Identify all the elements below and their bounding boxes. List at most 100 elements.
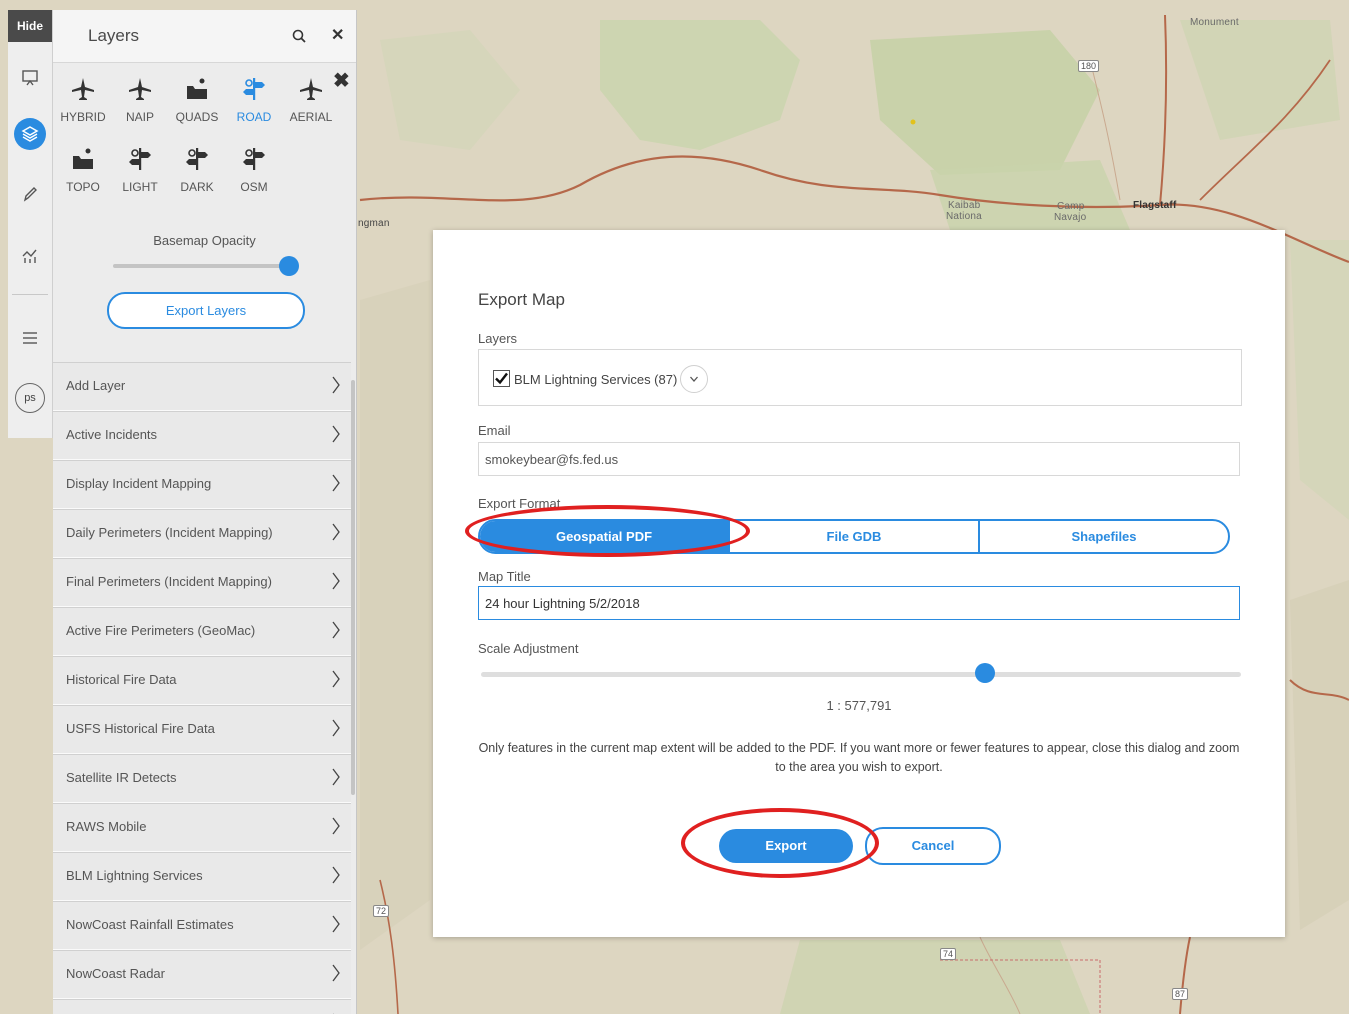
basemap-aerial-button[interactable]: AERIAL <box>283 76 339 124</box>
layer-list-item-label: NowCoast Radar <box>66 966 165 981</box>
layer-list-item-label: USFS Historical Fire Data <box>66 721 215 736</box>
rail-analysis-button[interactable] <box>8 236 52 276</box>
scale-adjustment-label: Scale Adjustment <box>478 641 579 656</box>
road-sign-icon <box>112 146 168 172</box>
chevron-right-icon <box>331 571 341 594</box>
map-label-monument: Monument <box>1190 17 1239 28</box>
layer-list-item-label: Add Layer <box>66 378 126 393</box>
map-label-camp-2: Navajo <box>1054 212 1087 223</box>
pencil-icon <box>23 187 37 202</box>
email-field[interactable] <box>478 442 1240 476</box>
chevron-right-icon <box>331 718 341 741</box>
layer-list-item[interactable]: NowCoast Rainfall Estimates <box>53 901 351 950</box>
format-shapefiles-button[interactable]: Shapefiles <box>980 521 1228 552</box>
monitor-icon <box>22 70 38 86</box>
layer-list-item-label: Historical Fire Data <box>66 672 177 687</box>
layer-list-item[interactable]: Final Perimeters (Incident Mapping) <box>53 558 351 607</box>
layer-list-item-label: Display Incident Mapping <box>66 476 212 491</box>
panel-scrollbar[interactable] <box>351 380 355 795</box>
basemap-label: QUADS <box>175 110 219 124</box>
list-icon <box>23 332 37 344</box>
basemap-label: AERIAL <box>289 110 333 124</box>
rail-list-button[interactable] <box>8 318 52 358</box>
tool-rail: Hide ps <box>8 10 53 438</box>
basemap-topo-button[interactable]: TOPO <box>55 146 111 194</box>
chevron-right-icon <box>331 767 341 790</box>
layer-checkbox[interactable] <box>493 370 510 387</box>
layers-panel: Layers ✕ ✖ HYBRID NAIP QUADS ROAD AERIAL TOPO… <box>53 10 357 1014</box>
layer-list-item[interactable]: RAWS Mobile <box>53 803 351 852</box>
basemap-road-button[interactable]: ROAD <box>226 76 282 124</box>
rail-draw-button[interactable] <box>8 174 52 214</box>
rail-layers-button[interactable] <box>8 114 52 154</box>
map-title-field[interactable] <box>478 586 1240 620</box>
chart-tools-icon <box>22 249 37 263</box>
basemap-naip-button[interactable]: NAIP <box>112 76 168 124</box>
road-sign-icon <box>226 146 282 172</box>
rail-ps-button[interactable]: ps <box>8 378 52 418</box>
chevron-right-icon <box>331 424 341 447</box>
checkmark-icon <box>495 372 508 385</box>
dialog-title: Export Map <box>478 290 565 309</box>
layer-list-item[interactable]: BLM Lightning Services <box>53 852 351 901</box>
layer-dropdown-button[interactable] <box>680 365 708 393</box>
layer-list-item[interactable]: Daily Perimeters (Incident Mapping) <box>53 509 351 558</box>
basemap-dark-button[interactable]: DARK <box>169 146 225 194</box>
close-icon[interactable]: ✕ <box>331 25 344 45</box>
email-field-label: Email <box>478 423 511 438</box>
export-map-dialog: Export Map Layers BLM Lightning Services… <box>433 230 1285 937</box>
chevron-down-icon <box>690 376 698 382</box>
map-label-camp: Camp <box>1057 201 1085 212</box>
basemap-label: LIGHT <box>122 180 158 194</box>
basemap-label: ROAD <box>236 110 272 124</box>
scale-value: 1 : 577,791 <box>826 698 892 713</box>
chevron-right-icon <box>331 620 341 643</box>
layer-list-item[interactable]: NowCoast Water Vapor <box>53 999 351 1014</box>
layer-list-item-label: BLM Lightning Services <box>66 868 203 883</box>
chevron-right-icon <box>331 865 341 888</box>
format-geospatial-pdf-button[interactable]: Geospatial PDF <box>480 521 730 552</box>
basemap-light-button[interactable]: LIGHT <box>112 146 168 194</box>
basemap-label: NAIP <box>125 110 154 124</box>
layer-list: Add Layer Active Incidents Display Inciden… <box>53 362 351 1014</box>
layer-list-item[interactable]: Display Incident Mapping <box>53 460 351 509</box>
map-folder-icon <box>169 76 225 102</box>
basemap-opacity-label: Basemap Opacity <box>153 233 256 248</box>
basemap-label: DARK <box>180 180 214 194</box>
basemap-opacity-thumb[interactable] <box>279 256 299 276</box>
layer-checkbox-label: BLM Lightning Services (87) <box>514 372 678 387</box>
layer-list-item-label: Final Perimeters (Incident Mapping) <box>66 574 272 589</box>
basemap-osm-button[interactable]: OSM <box>226 146 282 194</box>
export-note: Only features in the current map extent … <box>478 741 1240 774</box>
layer-list-item[interactable]: Historical Fire Data <box>53 656 351 705</box>
rail-bookmark-button[interactable] <box>8 58 52 98</box>
layer-list-item[interactable]: Active Fire Perimeters (GeoMac) <box>53 607 351 656</box>
road-sign-icon <box>169 146 225 172</box>
layers-active-indicator <box>14 118 46 150</box>
layer-list-item[interactable]: Active Incidents <box>53 411 351 460</box>
plane-icon <box>112 76 168 102</box>
basemap-quads-button[interactable]: QUADS <box>169 76 225 124</box>
scale-adjustment-thumb[interactable] <box>975 663 995 683</box>
layer-list-item[interactable]: USFS Historical Fire Data <box>53 705 351 754</box>
map-label-kaibab: Kaibab <box>948 200 981 211</box>
route-shield-72: 72 <box>373 905 390 917</box>
basemap-hybrid-button[interactable]: HYBRID <box>55 76 111 124</box>
export-layers-button[interactable]: Export Layers <box>107 292 305 329</box>
export-button[interactable]: Export <box>719 829 853 863</box>
export-format-label: Export Format <box>478 496 561 511</box>
layers-icon <box>21 126 39 142</box>
basemap-opacity-slider[interactable] <box>113 264 289 268</box>
layer-list-item[interactable]: NowCoast Radar <box>53 950 351 999</box>
layer-list-item[interactable]: Satellite IR Detects <box>53 754 351 803</box>
route-shield-180: 180 <box>1078 60 1100 72</box>
cancel-button[interactable]: Cancel <box>865 827 1001 865</box>
search-icon[interactable] <box>291 28 307 44</box>
format-file-gdb-button[interactable]: File GDB <box>730 521 980 552</box>
chevron-right-icon <box>331 963 341 986</box>
rail-divider <box>12 294 48 295</box>
scale-adjustment-slider[interactable] <box>481 672 1241 677</box>
panel-title: Layers <box>88 26 140 45</box>
hide-button[interactable]: Hide <box>8 10 52 42</box>
layer-list-item[interactable]: Add Layer <box>53 362 351 411</box>
